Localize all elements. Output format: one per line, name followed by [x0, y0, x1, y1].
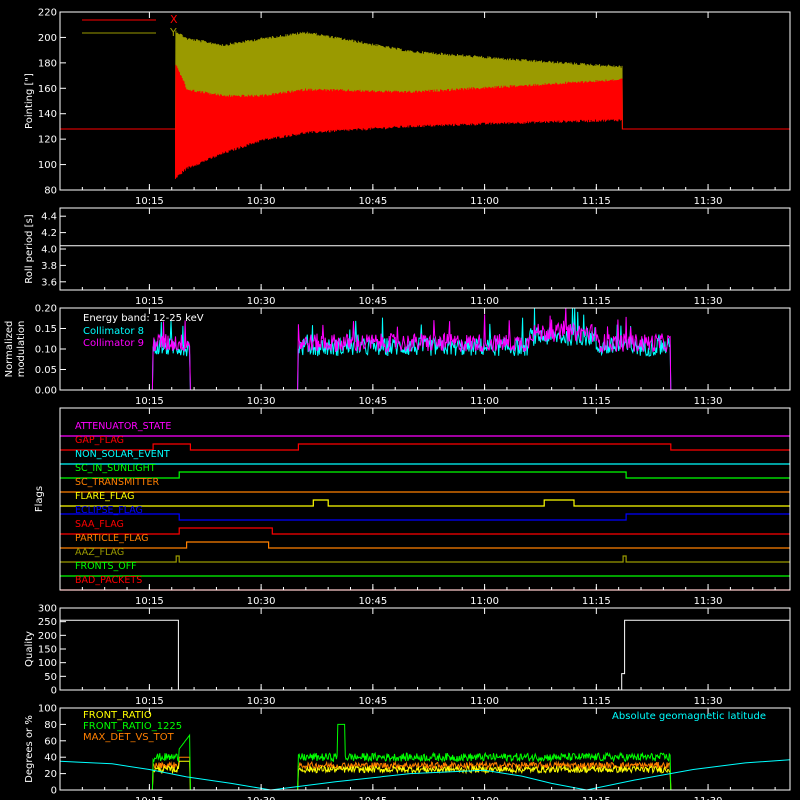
flag-label-sc-transmitter: SC_TRANSMITTER: [75, 477, 160, 488]
pointing-xtick-label: 11:30: [694, 196, 723, 207]
pointing-ytick-label: 180: [38, 58, 57, 69]
flag-label-saa-flag: SAA_FLAG: [75, 519, 124, 530]
quality-xtick-label: 10:45: [358, 696, 387, 707]
modulation-ylabel-line2: modulation: [16, 321, 27, 378]
ratios-ylabel: Degrees or %: [24, 715, 35, 783]
ratios-xtick-label: 11:15: [582, 796, 611, 800]
ratios-ytick-label: 0: [51, 786, 57, 797]
quality-ylabel: Quality: [24, 631, 35, 667]
quality-ytick-label: 300: [38, 604, 57, 615]
roll-xtick-label: 11:15: [582, 296, 611, 307]
ratios-ytick-label: 60: [44, 736, 57, 747]
quality-ytick-label: 250: [38, 617, 57, 628]
modulation-legend-collimator-8: Collimator 8: [83, 326, 144, 337]
flags-xtick-label: 10:30: [247, 596, 276, 607]
flag-label-sc-in-sunlight: SC_IN_SUNLIGHT: [75, 463, 156, 474]
quality-xtick-label: 11:00: [470, 696, 499, 707]
ratios-ytick-label: 40: [44, 753, 57, 764]
flag-label-flare-flag: FLARE_FLAG: [75, 491, 135, 502]
flag-label-attenuator-state: ATTENUATOR_STATE: [75, 421, 171, 432]
modulation-annotation: Energy band: 12-25 keV: [83, 313, 204, 324]
pointing-ytick-label: 220: [38, 8, 57, 19]
modulation-xtick-label: 11:30: [694, 396, 723, 407]
modulation-xtick-label: 10:15: [135, 396, 164, 407]
flags-xtick-label: 10:45: [358, 596, 387, 607]
modulation-legend-collimator-9: Collimator 9: [83, 338, 144, 349]
ratios-legend-front-ratio-1225: FRONT_RATIO_1225: [83, 721, 182, 732]
modulation-xtick-label: 10:30: [247, 396, 276, 407]
quality-xtick-label: 11:30: [694, 696, 723, 707]
quality-ytick-label: 200: [38, 631, 57, 642]
flags-ylabel: Flags: [34, 486, 45, 512]
pointing-xtick-label: 10:15: [135, 196, 164, 207]
roll-ytick-label: 4.4: [41, 212, 57, 223]
modulation-ytick-label: 0.15: [35, 324, 57, 335]
roll-ytick-label: 4.0: [41, 245, 57, 256]
quality-ytick-label: 50: [44, 672, 57, 683]
roll-xtick-label: 11:00: [470, 296, 499, 307]
pointing-ytick-label: 200: [38, 33, 57, 44]
flags-xtick-label: 11:30: [694, 596, 723, 607]
flag-label-non-solar-event: NON_SOLAR_EVENT: [75, 449, 170, 460]
modulation-xtick-label: 11:00: [470, 396, 499, 407]
ratios-ytick-label: 100: [38, 704, 57, 715]
ratios-annotation: Absolute geomagnetic latitude: [612, 711, 766, 722]
quality-ytick-label: 100: [38, 658, 57, 669]
quality-xtick-label: 10:30: [247, 696, 276, 707]
ratios-legend-front-ratio: FRONT_RATIO: [83, 710, 152, 721]
flags-xtick-label: 11:00: [470, 596, 499, 607]
modulation-ytick-label: 0.05: [35, 365, 57, 376]
roll-ylabel: Roll period [s]: [24, 214, 35, 283]
ratios-xtick-label: 11:30: [694, 796, 723, 800]
pointing-ytick-label: 100: [38, 160, 57, 171]
ratios-legend-max-det-vs-tot: MAX_DET_VS_TOT: [83, 732, 175, 743]
roll-ytick-label: 4.2: [41, 228, 57, 239]
pointing-ytick-label: 160: [38, 84, 57, 95]
pointing-xtick-label: 10:45: [358, 196, 387, 207]
flag-label-fronts-off: FRONTS_OFF: [75, 561, 137, 572]
roll-xtick-label: 10:45: [358, 296, 387, 307]
flag-label-bad-packets: BAD_PACKETS: [75, 575, 142, 586]
quality-xtick-label: 11:15: [582, 696, 611, 707]
modulation-ytick-label: 0.10: [35, 345, 57, 356]
flag-label-gap-flag: GAP_FLAG: [75, 435, 124, 446]
modulation-xtick-label: 10:45: [358, 396, 387, 407]
ratios-xtick-label: 10:30: [247, 796, 276, 800]
quality-ytick-label: 150: [38, 645, 57, 656]
flag-label-eclipse-flag: ECLIPSE_FLAG: [75, 505, 143, 516]
pointing-xtick-label: 11:15: [582, 196, 611, 207]
ratios-xtick-label: 10:45: [358, 796, 387, 800]
quality-ytick-label: 0: [51, 686, 57, 697]
modulation-ylabel-line1: Normalized: [4, 321, 15, 378]
pointing-ylabel: Pointing ["]: [24, 73, 35, 129]
pointing-xtick-label: 10:30: [247, 196, 276, 207]
summary-plot-canvas: 10:15 10:30 10:45 11:00 11:15 11:30 80 100 120 14…: [0, 0, 800, 800]
pointing-ytick-label: 140: [38, 109, 57, 120]
modulation-ytick-label: 0.20: [35, 304, 57, 315]
flags-xtick-label: 11:15: [582, 596, 611, 607]
roll-xtick-label: 10:30: [247, 296, 276, 307]
modulation-xtick-label: 11:15: [582, 396, 611, 407]
flags-xtick-label: 10:15: [135, 596, 164, 607]
modulation-ytick-label: 0.00: [35, 386, 57, 397]
pointing-ytick-label: 120: [38, 135, 57, 146]
roll-xtick-label: 11:30: [694, 296, 723, 307]
ratios-ytick-label: 80: [44, 720, 57, 731]
ratios-xtick-label: 10:15: [135, 796, 164, 800]
ratios-ytick-label: 20: [44, 769, 57, 780]
legend-x-label: X: [170, 13, 178, 26]
legend-y-label: Y: [169, 26, 177, 39]
roll-xtick-label: 10:15: [135, 296, 164, 307]
roll-ytick-label: 3.8: [41, 261, 57, 272]
quality-xtick-label: 10:15: [135, 696, 164, 707]
pointing-ytick-label: 80: [44, 186, 57, 197]
roll-ytick-label: 3.6: [41, 277, 57, 288]
ratios-xtick-label: 11:00: [470, 796, 499, 800]
pointing-xtick-label: 11:00: [470, 196, 499, 207]
flag-label-aaz-flag: AAZ_FLAG: [75, 547, 124, 558]
flag-label-particle-flag: PARTICLE_FLAG: [75, 533, 148, 544]
